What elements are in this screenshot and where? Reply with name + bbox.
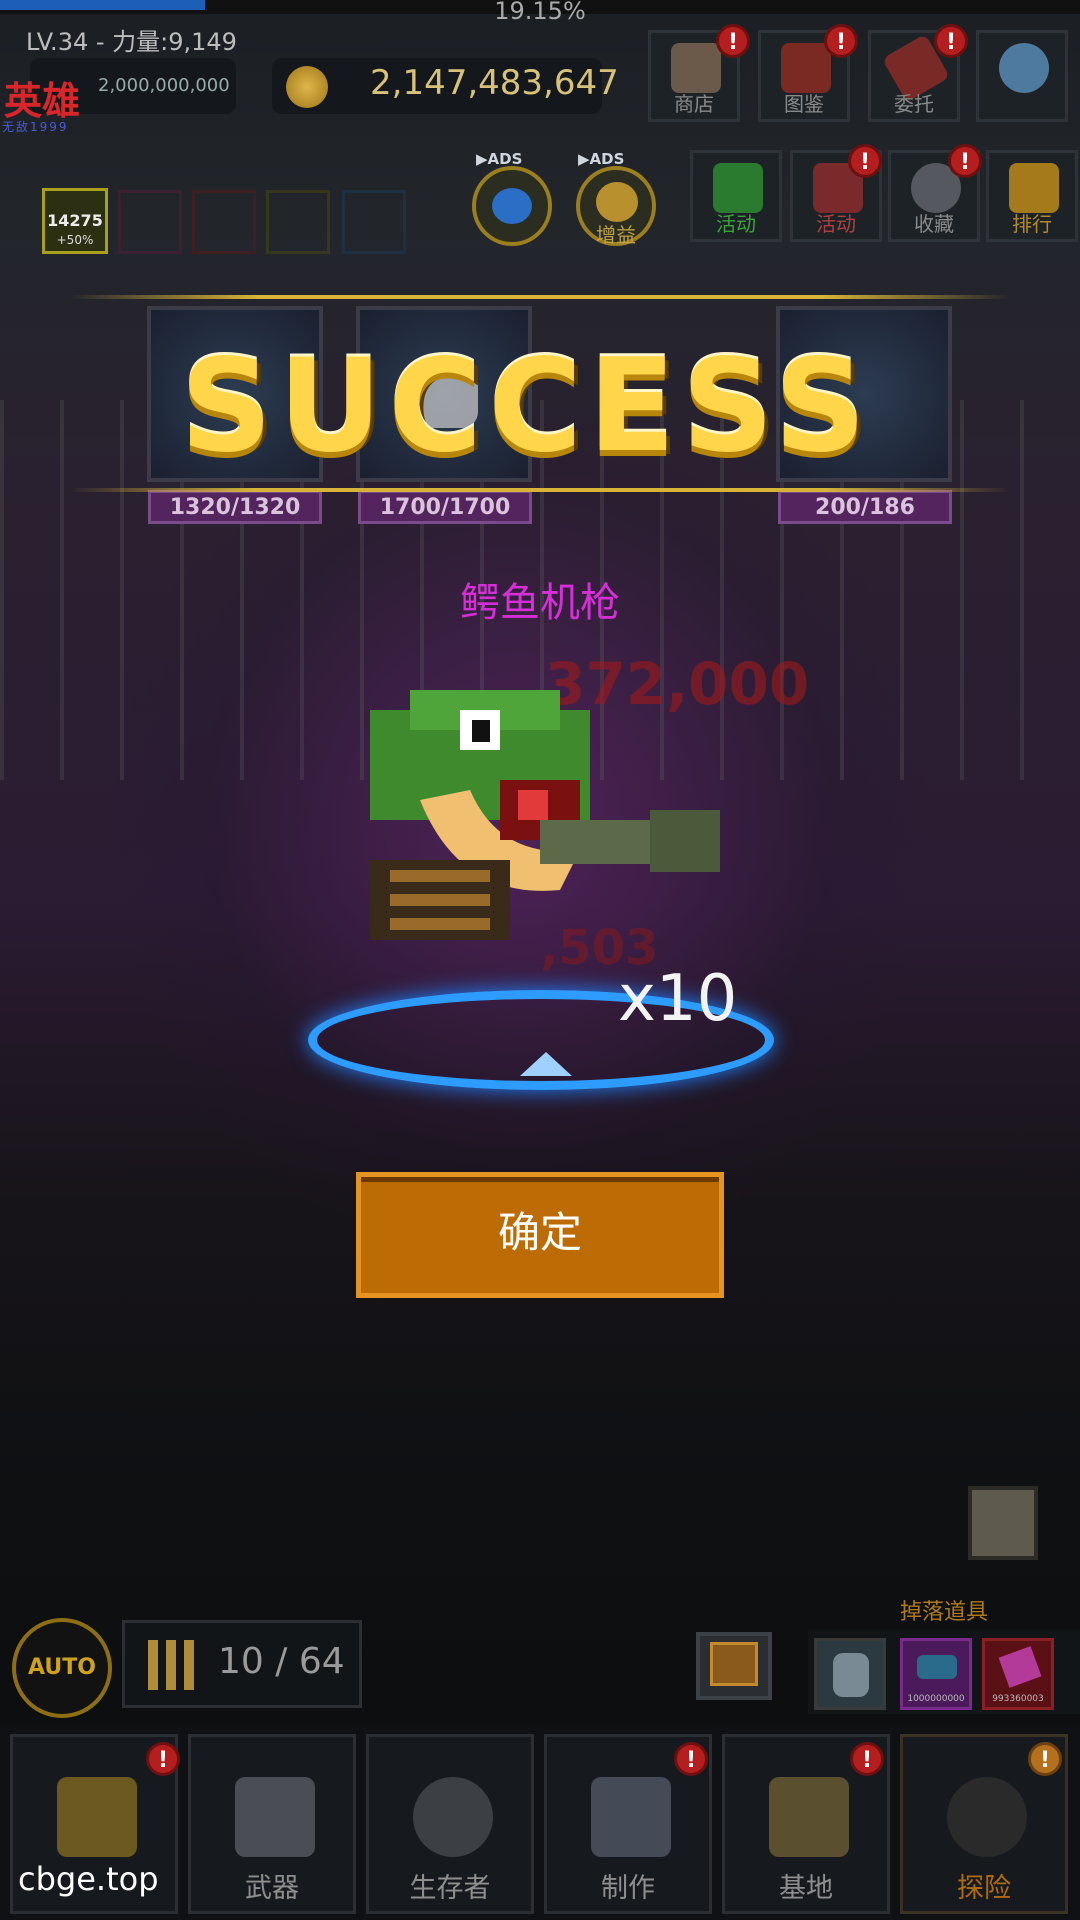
shark-icon bbox=[833, 1653, 869, 1697]
collection-label: 收藏 bbox=[914, 212, 954, 236]
buff-bonus: +50% bbox=[56, 233, 94, 247]
explore-icon bbox=[947, 1777, 1027, 1857]
ammo-count: 10 / 64 bbox=[218, 1641, 345, 1682]
bag-icon bbox=[671, 43, 721, 93]
reward-count: 200/186 bbox=[778, 490, 952, 524]
buff-slot[interactable]: 14275 +50% bbox=[42, 188, 108, 254]
bullets-icon bbox=[148, 1640, 194, 1690]
coin-icon bbox=[286, 66, 328, 108]
coins-icon bbox=[596, 182, 638, 222]
nav-label: 探险 bbox=[957, 1873, 1011, 1904]
gift-icon bbox=[713, 163, 763, 213]
gold-amount: 2,147,483,647 bbox=[370, 63, 619, 103]
banner-line bbox=[70, 295, 1010, 299]
ranking-button[interactable]: 排行 bbox=[986, 150, 1078, 242]
alert-icon: ! bbox=[1028, 1742, 1062, 1776]
alert-icon: ! bbox=[848, 144, 882, 178]
logo-subtext: 无敌1999 bbox=[2, 120, 69, 134]
event-label: 活动 bbox=[816, 212, 856, 236]
logo: 英雄 bbox=[4, 78, 81, 123]
revolver-icon bbox=[235, 1777, 315, 1857]
event-gift-label: 活动 bbox=[716, 212, 756, 236]
alert-icon: ! bbox=[948, 144, 982, 178]
buff-slot-empty[interactable] bbox=[118, 190, 182, 254]
item-name: 鳄鱼机枪 bbox=[460, 580, 620, 626]
scroll-icon[interactable] bbox=[968, 1486, 1038, 1560]
auto-button[interactable]: AUTO bbox=[12, 1618, 112, 1718]
drop-item-slot[interactable] bbox=[814, 1638, 886, 1710]
ad-gem-button[interactable] bbox=[472, 166, 552, 246]
buff-slot-empty[interactable] bbox=[342, 190, 406, 254]
alert-icon: ! bbox=[850, 1742, 884, 1776]
nav-label: 武器 bbox=[245, 1873, 299, 1904]
ring-arrow-icon bbox=[520, 1052, 572, 1076]
buff-slot-empty[interactable] bbox=[192, 190, 256, 254]
craft-icon bbox=[591, 1777, 671, 1857]
watermark: cbge.top bbox=[18, 1860, 159, 1898]
item-quantity: x10 bbox=[618, 962, 738, 1036]
drop-item-slot[interactable]: 1000000000 bbox=[900, 1638, 972, 1710]
reward-count: 1700/1700 bbox=[358, 490, 532, 524]
alert-icon: ! bbox=[674, 1742, 708, 1776]
alert-icon: ! bbox=[716, 24, 750, 58]
nav-weapons[interactable]: 武器 bbox=[188, 1734, 356, 1914]
shoe-icon bbox=[917, 1655, 957, 1679]
gem-coin-icon bbox=[492, 188, 532, 224]
ad-boost-button[interactable]: 增益 bbox=[576, 166, 656, 247]
ranking-label: 排行 bbox=[1012, 212, 1052, 236]
buff-value: 14275 bbox=[47, 211, 103, 230]
level-power-text: LV.34 - 力量:9,149 bbox=[26, 28, 237, 56]
gem-amount: 2,000,000,000 bbox=[98, 75, 230, 96]
nav-label: 生存者 bbox=[409, 1873, 491, 1904]
drop-item-count: 993360003 bbox=[992, 1694, 1044, 1704]
drop-item-slot[interactable]: 993360003 bbox=[982, 1638, 1054, 1710]
success-title: SUCCESS bbox=[180, 332, 873, 481]
nav-label: 制作 bbox=[601, 1873, 655, 1904]
buff-slot-empty[interactable] bbox=[266, 190, 330, 254]
gasmask-icon bbox=[413, 1777, 493, 1857]
boost-label: 增益 bbox=[596, 223, 636, 247]
nav-label: 基地 bbox=[779, 1873, 833, 1904]
chest-icon bbox=[710, 1642, 758, 1686]
crocodile-gun-icon bbox=[370, 690, 720, 940]
trophy-icon bbox=[1009, 163, 1059, 213]
alert-icon: ! bbox=[146, 1742, 180, 1776]
alert-icon: ! bbox=[824, 24, 858, 58]
settings-button[interactable] bbox=[976, 30, 1068, 122]
reward-count: 1320/1320 bbox=[148, 490, 322, 524]
alert-icon: ! bbox=[934, 24, 968, 58]
event-gift-button[interactable]: 活动 bbox=[690, 150, 782, 242]
codex-label: 图鉴 bbox=[784, 92, 824, 116]
nav-survivors[interactable]: 生存者 bbox=[366, 1734, 534, 1914]
book-icon bbox=[781, 43, 831, 93]
drop-items-label: 掉落道具 bbox=[900, 1600, 989, 1625]
confirm-button[interactable]: 确定 bbox=[356, 1172, 724, 1298]
banner-line bbox=[70, 488, 1010, 492]
base-icon bbox=[769, 1777, 849, 1857]
shop-label: 商店 bbox=[674, 92, 714, 116]
ticket-icon bbox=[998, 1646, 1042, 1688]
upgrade-icon bbox=[57, 1777, 137, 1857]
gear-icon bbox=[999, 43, 1049, 93]
drop-item-count: 1000000000 bbox=[907, 1694, 965, 1704]
commission-label: 委托 bbox=[894, 92, 934, 116]
